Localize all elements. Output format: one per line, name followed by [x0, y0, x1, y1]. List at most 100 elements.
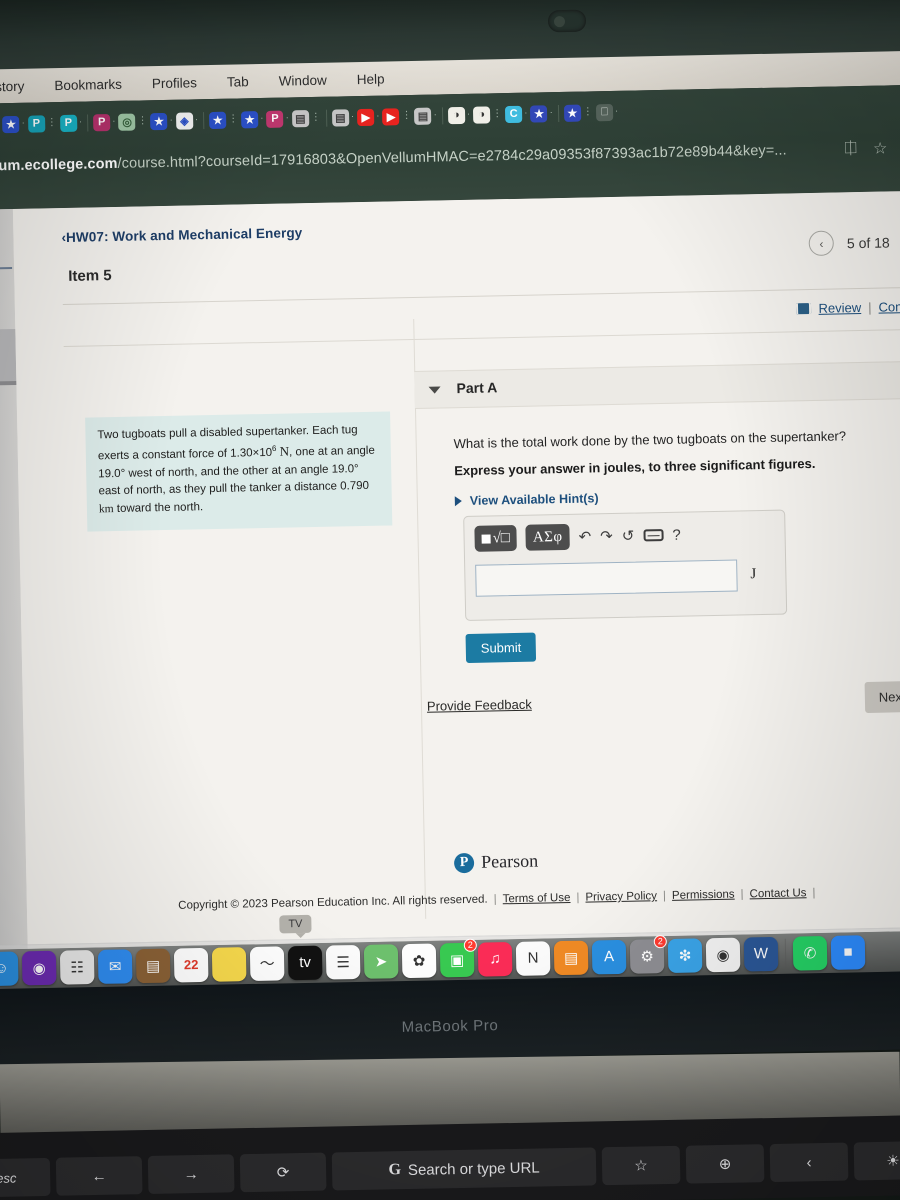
bookmark-star-blue-6[interactable]: ★ · — [530, 104, 553, 123]
bookmark-star-blue-3[interactable]: ★ · — [150, 112, 173, 130]
facetime-icon[interactable]: ▣ 2 — [439, 938, 477, 977]
degree-symbol-2: ° — [353, 462, 359, 475]
menu-bookmarks[interactable]: Bookmarks — [54, 76, 122, 92]
touchbar-brightness-button[interactable]: ☀ — [853, 1140, 900, 1181]
menu-profiles[interactable]: Profiles — [152, 75, 197, 91]
bookmark-apple[interactable]: · — [595, 103, 619, 121]
freeform-icon[interactable]: 〜 — [249, 945, 285, 981]
touchbar-add-button[interactable]: ⊕ — [685, 1144, 765, 1184]
bookmark-star-blue-5[interactable]: ★ · — [241, 110, 264, 128]
link-separator: | — [867, 299, 872, 315]
address-bar[interactable]: ellum.ecollege.com/course.html?courseId=… — [0, 142, 787, 174]
finder-icon[interactable]: ☺ — [0, 950, 19, 986]
maps-icon[interactable]: ➤ — [363, 943, 399, 979]
zoom-icon[interactable]: ■ — [830, 934, 866, 970]
view-hints-toggle[interactable]: View Available Hint(s) — [454, 491, 599, 508]
bookmark-pearson-teal[interactable]: P ⋮ — [27, 114, 57, 133]
problem-distance-unit: km — [98, 503, 114, 516]
help-icon[interactable]: ? — [672, 526, 681, 543]
bookmark-globe[interactable]: ◑ · — [447, 106, 471, 124]
bookmark-app-green[interactable]: ◎ ⋮ — [118, 113, 148, 131]
bookmark-star-icon[interactable]: ☆ — [873, 138, 888, 158]
problem-text-3: west of north, and the other at an angle… — [125, 462, 355, 480]
prev-item-button[interactable]: ‹ — [808, 230, 835, 257]
touchbar-back-button[interactable]: ← — [55, 1156, 143, 1196]
keyboard-icon[interactable] — [643, 529, 664, 542]
bookmark-canvas[interactable]: C · — [505, 105, 528, 123]
touchbar-esc-key[interactable]: esc — [0, 1157, 51, 1198]
share-icon[interactable]: ⎅ — [844, 140, 857, 158]
bookmark-overflow-dots: · — [549, 107, 553, 119]
bookmark-pearson-teal-2: P — [59, 114, 78, 132]
word-icon[interactable]: W — [743, 936, 779, 972]
privacy-policy-link[interactable]: Privacy Policy — [585, 890, 657, 903]
next-button[interactable]: Next › — [864, 680, 900, 714]
answer-input[interactable] — [475, 559, 738, 597]
settings-icon[interactable]: ⚙ 2 — [629, 934, 667, 974]
review-link[interactable]: Review — [818, 300, 861, 316]
photos-icon[interactable]: ✿ — [401, 942, 437, 978]
launchpad-icon[interactable]: ☷ — [59, 949, 95, 985]
math-template-button[interactable]: √□ — [474, 524, 518, 552]
touchbar-prev-track-button[interactable]: ‹ — [769, 1142, 849, 1183]
touchbar-forward-button[interactable]: → — [147, 1154, 235, 1194]
touchbar-bookmark-button[interactable]: ☆ — [601, 1145, 681, 1186]
bookmark-doc-3[interactable]: ▤ · — [331, 108, 355, 127]
bookmark-pearson-teal-2[interactable]: P · — [59, 114, 83, 132]
calendar-icon[interactable]: 22 — [173, 947, 209, 982]
whatsapp-icon[interactable]: ✆ — [792, 935, 828, 971]
browser-viewport: ‹HW07: Work and Mechanical Energy Item 5… — [0, 190, 900, 950]
redo-icon[interactable]: ↷ — [600, 527, 613, 545]
answer-entry-box: √□ ΑΣφ ↶ ↷ ↺ ? J — [463, 509, 788, 622]
reset-icon[interactable]: ↺ — [622, 527, 635, 545]
contacts-icon[interactable]: ▤ — [135, 948, 171, 983]
book-icon — [796, 302, 812, 315]
bookmark-pearson-pink[interactable]: P · — [93, 113, 116, 131]
bookmark-pearson-pink-2[interactable]: P · — [266, 110, 289, 128]
terms-of-use-link[interactable]: Terms of Use — [503, 892, 571, 905]
notes-icon[interactable] — [211, 946, 247, 982]
chrome-icon[interactable]: ◉ — [705, 937, 741, 972]
breadcrumb[interactable]: ‹HW07: Work and Mechanical Energy — [61, 225, 302, 245]
bookmark-separator — [441, 106, 444, 124]
undo-icon[interactable]: ↶ — [578, 527, 591, 545]
music-icon[interactable]: ♫ — [477, 941, 513, 977]
touchbar-search-field[interactable]: G Search or type URL — [331, 1147, 597, 1191]
bookmark-star-blue-7[interactable]: ★ ⋮ — [563, 104, 593, 122]
chevron-down-icon[interactable] — [428, 386, 441, 394]
siri-icon[interactable]: ◉ — [21, 950, 57, 985]
greek-symbols-button[interactable]: ΑΣφ — [525, 523, 570, 551]
menu-history[interactable]: History — [0, 78, 25, 94]
provide-feedback-link[interactable]: Provide Feedback — [427, 697, 532, 714]
books-icon[interactable]: ▤ — [553, 940, 589, 975]
bookmark-overflow-dots: ⋮ — [401, 109, 412, 122]
bookmark-overflow-dots: ⋮ — [46, 117, 57, 129]
bookmark-globe-2[interactable]: ◑ ⋮ — [473, 105, 502, 124]
bookmark-doc-2[interactable]: ▤ ⋮ — [291, 109, 321, 127]
bookmark-star-blue-4[interactable]: ★ ⋮ — [209, 111, 238, 129]
bookmark-overflow-dots: · — [285, 112, 289, 124]
appletv-icon[interactable]: tv — [287, 945, 323, 980]
constants-link[interactable]: Constants — [878, 298, 900, 314]
bookmark-overflow-dots: · — [169, 114, 173, 126]
bookmark-youtube-2[interactable]: ▶ ⋮ — [382, 107, 412, 126]
submit-button[interactable]: Submit — [465, 632, 537, 663]
bookmark-overflow-dots: · — [524, 107, 528, 119]
reminders-icon[interactable]: ☰ — [325, 944, 361, 980]
bookmark-youtube[interactable]: ▶ · — [357, 108, 380, 126]
contact-us-link[interactable]: Contact Us — [749, 887, 806, 900]
permissions-link[interactable]: Permissions — [672, 889, 735, 902]
bookmark-overflow-dots: · — [433, 109, 437, 121]
safari-icon[interactable]: ❇ — [667, 937, 703, 973]
menu-help[interactable]: Help — [357, 71, 385, 87]
mail-icon[interactable]: ✉ — [97, 948, 133, 984]
news-icon[interactable]: N — [515, 940, 551, 976]
menu-window[interactable]: Window — [279, 72, 327, 88]
bookmark-star-blue[interactable]: ★ · — [2, 115, 25, 133]
bookmark-doc-4[interactable]: ▤ · — [414, 107, 437, 125]
touchbar-reload-button[interactable]: ⟳ — [239, 1152, 327, 1193]
appstore-icon[interactable]: A — [591, 939, 627, 974]
bookmark-shield[interactable]: ◈ · — [175, 111, 199, 130]
bookmark-youtube-2: ▶ — [382, 107, 400, 126]
menu-tab[interactable]: Tab — [227, 74, 249, 89]
